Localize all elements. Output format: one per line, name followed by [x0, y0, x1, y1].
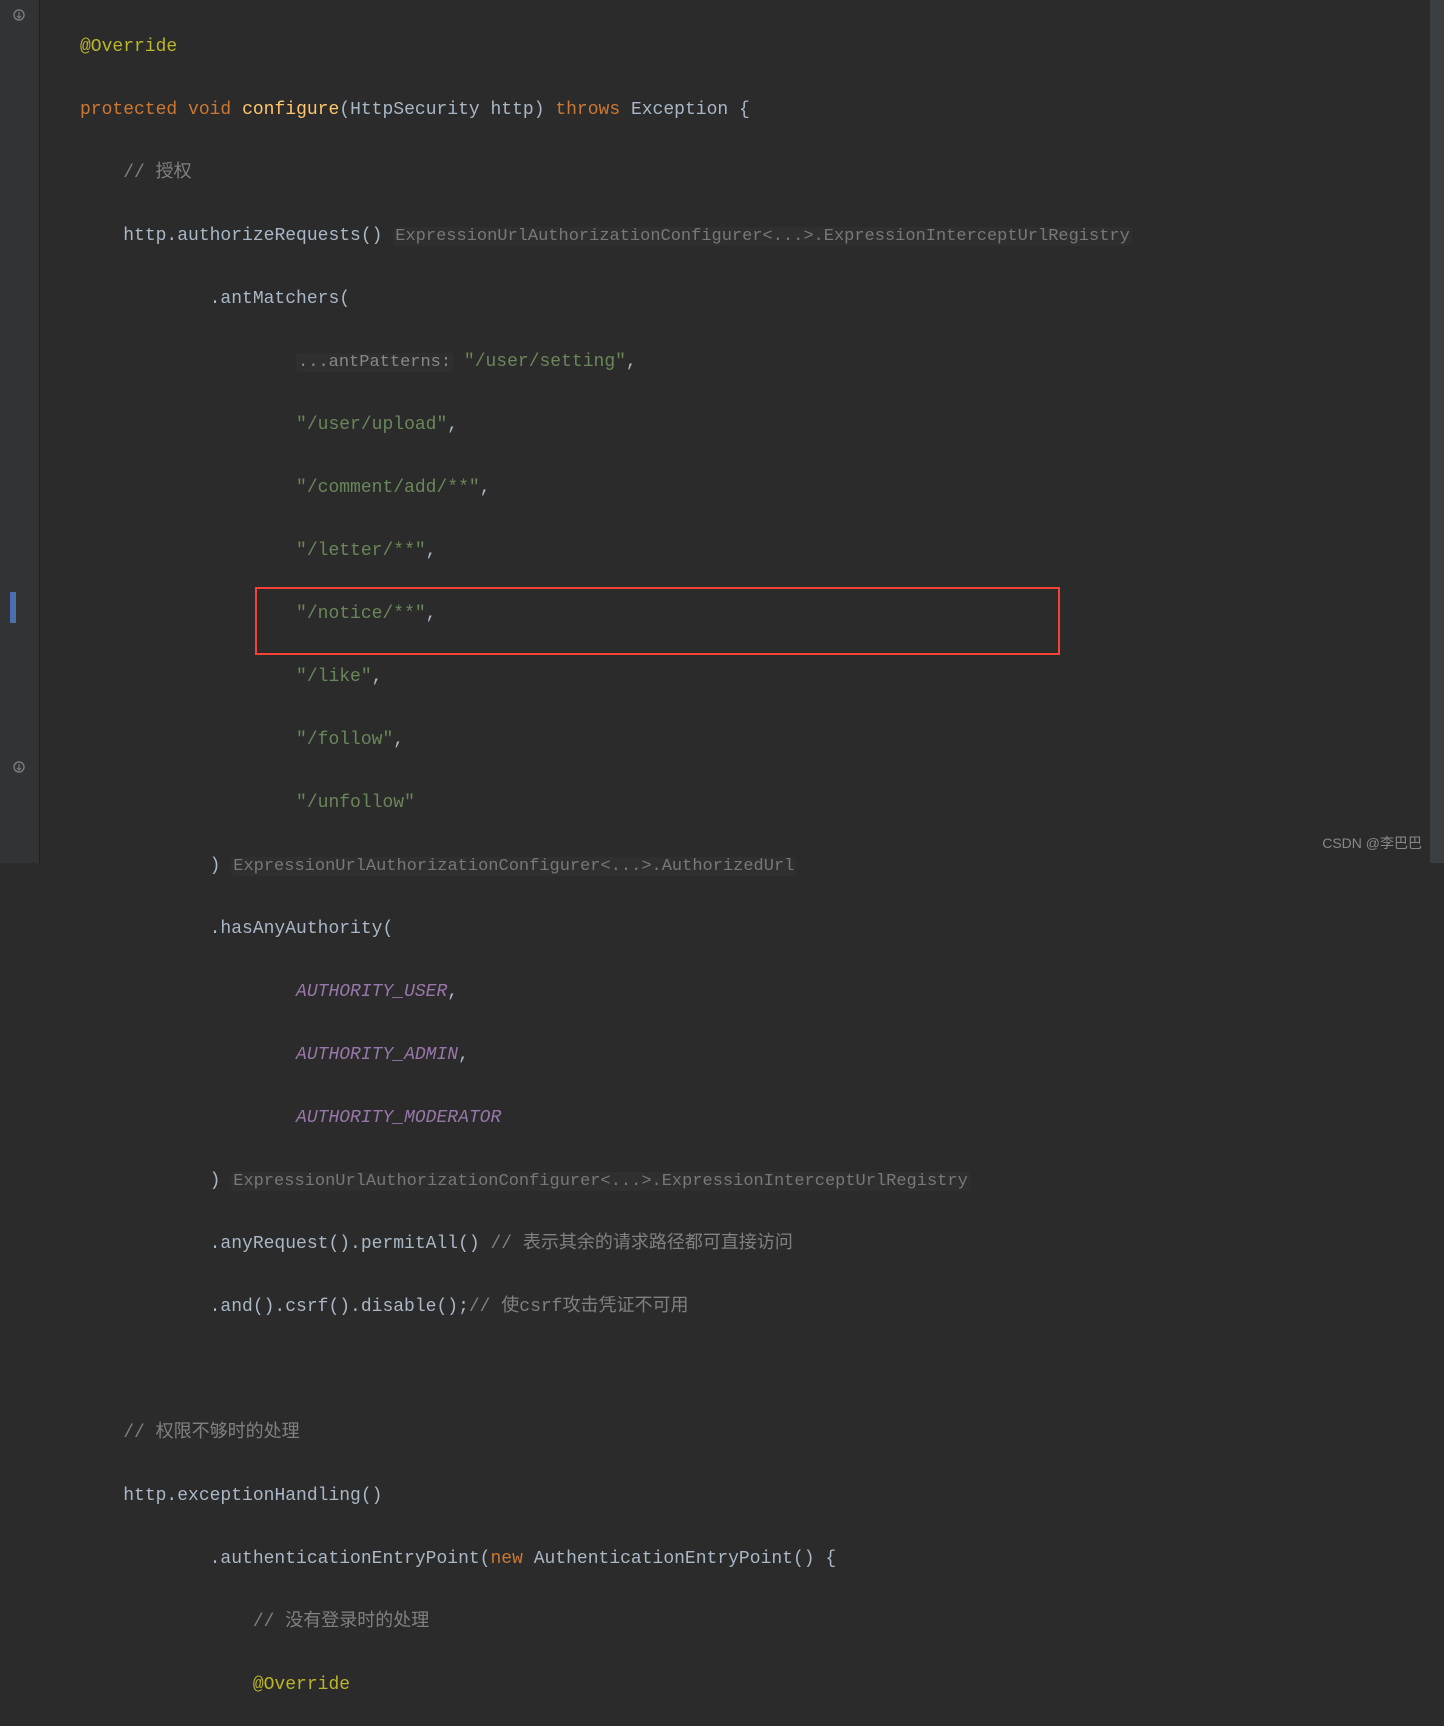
- code-hasanyauthority: .hasAnyAuthority(: [210, 919, 394, 939]
- vertical-scrollbar[interactable]: [1430, 0, 1444, 863]
- inlay-hint-2: ExpressionUrlAuthorizationConfigurer<...…: [231, 857, 796, 876]
- keyword-new: new: [490, 1549, 522, 1569]
- code-editor[interactable]: @Override protected void configure(HttpS…: [40, 0, 1430, 1726]
- inlay-hint-1: ExpressionUrlAuthorizationConfigurer<...…: [393, 227, 1132, 246]
- string-notice: "/notice/**": [296, 604, 426, 624]
- annotation-override-2: @Override: [253, 1675, 350, 1695]
- override-gutter-icon[interactable]: [10, 6, 28, 24]
- exception-decl: Exception {: [631, 100, 750, 120]
- comment-authorize: // 授权: [123, 163, 191, 183]
- const-authority-moderator: AUTHORITY_MODERATOR: [296, 1108, 501, 1128]
- const-authority-user: AUTHORITY_USER: [296, 982, 447, 1002]
- code-http-authorize: http.authorizeRequests(): [123, 226, 382, 246]
- string-user-upload: "/user/upload": [296, 415, 447, 435]
- close-paren-1: ): [210, 856, 221, 876]
- code-antmatchers: .antMatchers(: [210, 289, 350, 309]
- comment-anyrequest: // 表示其余的请求路径都可直接访问: [490, 1234, 792, 1254]
- annotation-override: @Override: [80, 37, 177, 57]
- code-auth-entry: .authenticationEntryPoint(: [210, 1549, 491, 1569]
- method-params: (HttpSecurity http): [339, 100, 544, 120]
- code-http-exception: http.exceptionHandling(): [123, 1486, 382, 1506]
- editor-gutter: [0, 0, 40, 863]
- keyword-throws: throws: [555, 100, 620, 120]
- comment-permission: // 权限不够时的处理: [123, 1423, 299, 1443]
- close-paren-2: ): [210, 1171, 221, 1191]
- string-unfollow: "/unfollow": [296, 793, 415, 813]
- class-auth-entry-point: AuthenticationEntryPoint() {: [534, 1549, 836, 1569]
- param-hint-antpatterns: ...antPatterns:: [296, 353, 453, 372]
- string-follow: "/follow": [296, 730, 393, 750]
- string-comment-add: "/comment/add/**": [296, 478, 480, 498]
- code-and-csrf: .and().csrf().disable();: [210, 1297, 469, 1317]
- keyword-protected: protected: [80, 100, 177, 120]
- keyword-void: void: [188, 100, 231, 120]
- code-anyrequest: .anyRequest().permitAll(): [210, 1234, 480, 1254]
- breakpoint-marker[interactable]: [10, 592, 16, 623]
- const-authority-admin: AUTHORITY_ADMIN: [296, 1045, 458, 1065]
- inlay-hint-3: ExpressionUrlAuthorizationConfigurer<...…: [231, 1172, 970, 1191]
- comment-csrf: // 使csrf攻击凭证不可用: [469, 1297, 689, 1317]
- string-letter: "/letter/**": [296, 541, 426, 561]
- method-configure: configure: [242, 100, 339, 120]
- watermark-text: CSDN @李巴巴: [1322, 831, 1422, 856]
- string-user-setting: "/user/setting": [464, 352, 626, 372]
- override-gutter-icon-2[interactable]: [10, 758, 28, 776]
- comment-no-login: // 没有登录时的处理: [253, 1612, 429, 1632]
- string-like: "/like": [296, 667, 372, 687]
